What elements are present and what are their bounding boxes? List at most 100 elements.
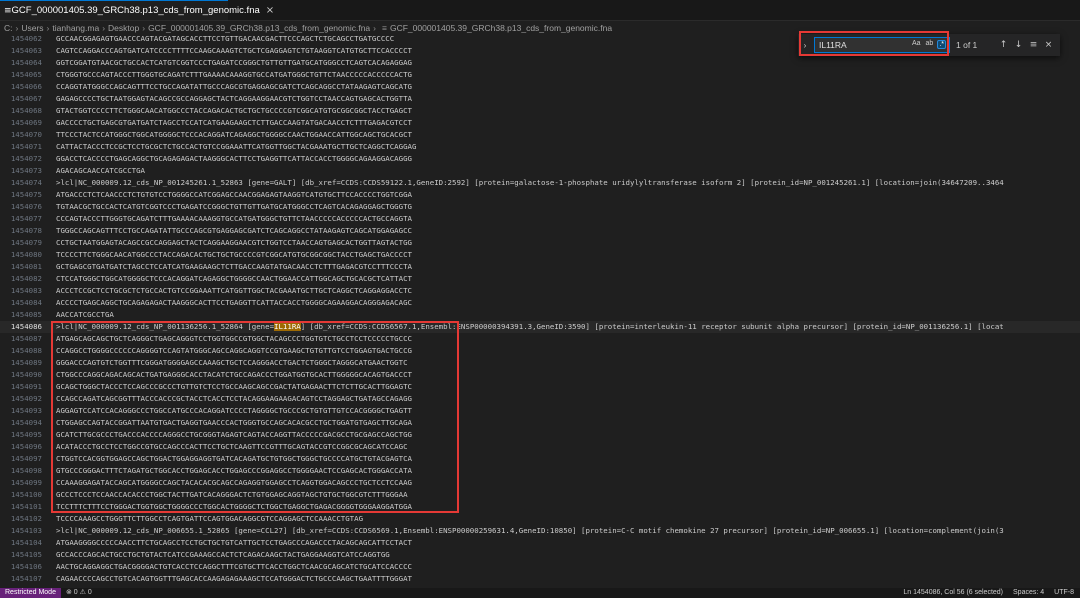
line-number: 1454069 (10, 118, 42, 127)
code-line[interactable]: 1454073 AGACAGCAACCATCGCCTGA (0, 165, 1080, 177)
line-text: AGACAGCAACCATCGCCTGA (56, 166, 145, 175)
code-line[interactable]: 1454072 GGACCTCACCCCTGAGCAGGCTGCAGAGAGACT… (0, 153, 1080, 165)
code-line[interactable]: 1454079 CCTGCTAATGGAGTACAGCCGCCAGGAGCTACT… (0, 237, 1080, 249)
line-number: 1454088 (10, 346, 42, 355)
line-number: 1454065 (10, 70, 42, 79)
code-line[interactable]: 1454074 >lcl|NC_000009.12_cds_NP_00124526… (0, 177, 1080, 189)
code-line[interactable]: 1454088 CCAGGCCTGGGGCCCCCCAGGGGTCCAGTATGG… (0, 345, 1080, 357)
line-text: CCAAAGGAGATACCAGCATGGGGCCAGCTACACACGCAGC… (56, 478, 412, 487)
search-match-highlight: IL11RA (274, 322, 301, 331)
code-line[interactable]: 1454087 ATGAGCAGCAGCTGCTCAGGGCTGAGCAGGGTC… (0, 333, 1080, 345)
code-line[interactable]: 1454102 TCCCCAAAGCCTGGGTTCTTGGCCTCAGTGATT… (0, 513, 1080, 525)
code-line[interactable]: 1454097 CTGGTCCACGGTGGAGCCAGCTGGACTGGAGGA… (0, 453, 1080, 465)
code-line[interactable]: 1454076 TGTAACGCTGCCACTCATGTCGGTCCCTGAGAT… (0, 201, 1080, 213)
match-whole-word-toggle[interactable]: ab (925, 40, 935, 49)
code-line[interactable]: 1454103 >lcl|NC_000009.12_cds_NP_006655.1… (0, 525, 1080, 537)
line-text: GGTCGGATGTAACGCTGCCACTCATGTCGGTCCCTGAGAT… (56, 58, 412, 67)
code-line[interactable]: 1454075 ATGACCCTCTCAACCCTCTGTGTCCTGGGGCCA… (0, 189, 1080, 201)
breadcrumb-item[interactable]: C: (4, 23, 13, 33)
code-line[interactable]: 1454101 TCCTTTCTTTCCTGGGACTGGTGGCTGGGGCCC… (0, 501, 1080, 513)
code-line[interactable]: 1454107 CAGAACCCCAGCCTGTCACAGTGGTTTGAGCAC… (0, 573, 1080, 585)
toggle-replace-icon[interactable]: › (800, 41, 810, 50)
code-line[interactable]: 1454098 GTGCCCGGGACTTTCTAGATGCTGGCACCTGGA… (0, 465, 1080, 477)
find-input[interactable]: IL11RA Aa ab .* (814, 37, 950, 53)
editor-text-area[interactable]: 1454062 GCCAACGGAGAGTGAACCCAGTACGATAGCACC… (0, 35, 1080, 588)
breadcrumb-item[interactable]: GCF_000001405.39_GRCh38.p13_cds_from_gen… (390, 23, 612, 33)
code-line[interactable]: 1454070 TTCCCTACTCCATGGGCTGGCATGGGGCTCCCA… (0, 129, 1080, 141)
line-number: 1454083 (10, 286, 42, 295)
tab-active-file[interactable]: ≡ GCF_000001405.39_GRCh38.p13_cds_from_g… (0, 0, 274, 20)
line-text: ACCCTCCGCTCCTGCGCTCTGCCACTGTCCGGAAATTCAT… (56, 286, 412, 295)
line-number: 1454066 (10, 82, 42, 91)
breadcrumb-item[interactable]: Users (21, 23, 43, 33)
find-in-selection-icon[interactable]: ≡ (1026, 40, 1041, 50)
code-line[interactable]: 1454082 CTCCATGGGCTGGCATGGGGCTCCCACAGGATC… (0, 273, 1080, 285)
chevron-right-icon: › (46, 23, 50, 33)
previous-match-icon[interactable]: ↑ (996, 40, 1011, 50)
code-line[interactable]: 1454091 GCAGCTGGGCTACCCTCCAGCCCGCCCTGTTGT… (0, 381, 1080, 393)
line-text: CCCAGTACCCTTGGGTGCAGATCTTTGAAAACAAAGGTGC… (56, 214, 412, 223)
find-input-value: IL11RA (819, 40, 847, 50)
problems-indicator[interactable]: ⊗ 0 ⚠ 0 (66, 588, 92, 598)
line-number: 1454099 (10, 478, 42, 487)
code-line[interactable]: 1454081 GCTGAGCGTGATGATCTAGCCTCCATCATGAAG… (0, 261, 1080, 273)
code-line[interactable]: 1454083 ACCCTCCGCTCCTGCGCTCTGCCACTGTCCGGA… (0, 285, 1080, 297)
code-line[interactable]: 1454093 AGGAGTCCATCCACAGGGCCCTGGCCATGCCCA… (0, 405, 1080, 417)
code-line[interactable]: 1454065 CTGGGTGCCCAGTACCCTTGGGTGCAGATCTTT… (0, 69, 1080, 81)
code-line[interactable]: 1454066 CCAGGTATGGGCCAGCAGTTTCCTGCCAGATAT… (0, 81, 1080, 93)
code-line[interactable]: 1454077 CCCAGTACCCTTGGGTGCAGATCTTTGAAAACA… (0, 213, 1080, 225)
code-line[interactable]: 1454064 GGTCGGATGTAACGCTGCCACTCATGTCGGTCC… (0, 57, 1080, 69)
line-text: ATGAAGGGGCCCCCAACCTTCTGCAGCCTCCTGCTGCTGT… (56, 538, 412, 547)
line-number: 1454070 (10, 130, 42, 139)
line-text: CAGTCCAGGACCCAGTGATCATCCCCTTTTCCAAGCAAAG… (56, 46, 412, 55)
line-number: 1454072 (10, 154, 42, 163)
code-line[interactable]: 1454084 ACCCCTGAGCAGGCTGCAGAGAGACTAAGGGCA… (0, 297, 1080, 309)
code-line[interactable]: 1454080 TCCCCTTCTGGGCAACATGGCCCTACCAGACAC… (0, 249, 1080, 261)
line-number: 1454067 (10, 94, 42, 103)
chevron-right-icon: › (373, 23, 376, 33)
line-number: 1454076 (10, 202, 42, 211)
line-text: CATTACTACCCTCCGCTCCTGCGCTCTGCCACTGTCCGGA… (56, 142, 417, 151)
code-line[interactable]: 1454094 CTGGAGCCAGTACCGGATTAATGTGACTGAGGT… (0, 417, 1080, 429)
code-line[interactable]: 1454104 ATGAAGGGGCCCCCAACCTTCTGCAGCCTCCTG… (0, 537, 1080, 549)
code-line[interactable]: 1454071 CATTACTACCCTCCGCTCCTGCGCTCTGCCACT… (0, 141, 1080, 153)
line-number: 1454084 (10, 298, 42, 307)
tab-bar: ≡ GCF_000001405.39_GRCh38.p13_cds_from_g… (0, 0, 1080, 21)
line-text-after-match: ] [db_xref=CCDS:CCDS6567.1,Ensembl:ENSP0… (300, 322, 1004, 331)
cursor-position[interactable]: Ln 1454086, Col 56 (6 selected) (903, 588, 1003, 598)
code-line[interactable]: 1454099 CCAAAGGAGATACCAGCATGGGGCCAGCTACAC… (0, 477, 1080, 489)
code-line[interactable]: 1454067 GAGAGCCCCTGCTAATGGAGTACAGCCGCCAGG… (0, 93, 1080, 105)
breadcrumb-item[interactable]: tianhang.ma (52, 23, 99, 33)
encoding[interactable]: UTF-8 (1054, 588, 1074, 598)
code-line[interactable]: 1454078 TGGGCCAGCAGTTTCCTGCCAGATATTGCCCAG… (0, 225, 1080, 237)
match-case-toggle[interactable]: Aa (911, 40, 922, 49)
line-text: ATGACCCTCTCAACCCTCTGTGTCCTGGGGCCATCGGAGC… (56, 190, 412, 199)
code-line[interactable]: 1454069 GACCCCTGCTGAGCGTGATGATCTAGCCTCCAT… (0, 117, 1080, 129)
code-line[interactable]: 1454085 AACCATCGCCTGA (0, 309, 1080, 321)
code-line[interactable]: 1454086 >lcl|NC_000009.12_cds_NP_00113625… (0, 321, 1080, 333)
code-line[interactable]: 1454092 CCAGCCAGATCAGCGGTTTACCCACCCGCTACC… (0, 393, 1080, 405)
next-match-icon[interactable]: ↓ (1011, 40, 1026, 50)
restricted-mode-badge[interactable]: Restricted Mode (0, 588, 61, 598)
line-number: 1454090 (10, 370, 42, 379)
code-line[interactable]: 1454105 GCCACCCAGCACTGCCTGCTGTACTCATCCGAA… (0, 549, 1080, 561)
breadcrumb-item[interactable]: Desktop (108, 23, 139, 33)
tab-label: GCF_000001405.39_GRCh38.p13_cds_from_gen… (11, 5, 260, 16)
line-number: 1454085 (10, 310, 42, 319)
indentation[interactable]: Spaces: 4 (1013, 588, 1044, 598)
close-icon[interactable]: × (266, 5, 274, 16)
line-text: GAGAGCCCCTGCTAATGGAGTACAGCCGCCAGGAGCTACT… (56, 94, 412, 103)
breadcrumb-item[interactable]: GCF_000001405.39_GRCh38.p13_cds_from_gen… (148, 23, 370, 33)
code-line[interactable]: 1454106 AACTGCAGGAGGCTGACGGGGACTGTCACCTCC… (0, 561, 1080, 573)
line-text: ATGAGCAGCAGCTGCTCAGGGCTGAGCAGGGTCCTGGTGG… (56, 334, 412, 343)
line-number: 1454078 (10, 226, 42, 235)
close-find-icon[interactable]: × (1041, 40, 1056, 50)
code-line[interactable]: 1454095 GCATCTTGCGCCCTGACCCACCCCAGGGCCTGC… (0, 429, 1080, 441)
code-line[interactable]: 1454096 ACATACCCTGCCTCCTGGCCGTGCCAGCCCACT… (0, 441, 1080, 453)
use-regex-toggle[interactable]: .* (937, 40, 946, 49)
code-line[interactable]: 1454090 CTGGCCCAGGCAGACAGCACTGATGAGGGCACC… (0, 369, 1080, 381)
code-line[interactable]: 1454068 GTACTGGTCCCCTTCTGGGCAACATGGCCCTAC… (0, 105, 1080, 117)
line-number: 1454105 (10, 550, 42, 559)
code-line[interactable]: 1454100 GCCCTCCCTCCAACCACACCCTGGCTACTTGAT… (0, 489, 1080, 501)
code-line[interactable]: 1454089 GGGACCCAGTGTCTGGTTTCGGGATGGGGAGCC… (0, 357, 1080, 369)
